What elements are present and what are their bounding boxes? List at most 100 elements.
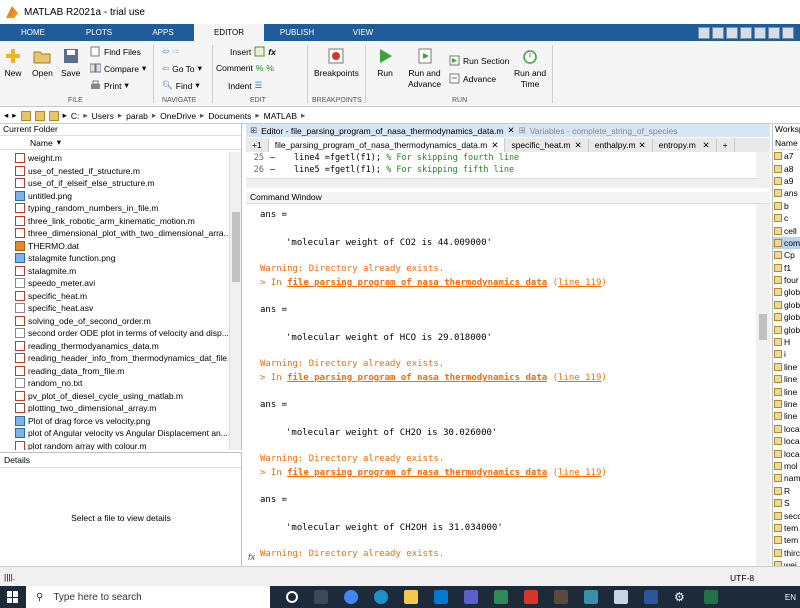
workspace-variable[interactable]: glob	[773, 311, 800, 323]
tab-plots[interactable]: PLOTS	[66, 24, 132, 41]
tab-file-parsing[interactable]: file_parsing_program_of_nasa_thermodynam…	[268, 138, 506, 152]
workspace-variable[interactable]: a8	[773, 162, 800, 174]
insert-button[interactable]: Insert fx	[230, 46, 276, 57]
indent-icon[interactable]: ☰	[255, 80, 263, 91]
comment-button[interactable]: Comment % %	[216, 63, 274, 73]
file-list-item[interactable]: second order ODE plot in terms of veloci…	[0, 327, 228, 340]
scrollbar-thumb[interactable]	[232, 212, 240, 282]
code-line[interactable]: 25 – line4 =fgetl(f1); % For skipping fo…	[246, 152, 756, 164]
function-link[interactable]: file_parsing_program_of_nasa_thermodynam…	[287, 278, 547, 288]
store-icon[interactable]	[464, 590, 478, 604]
workspace-variable[interactable]: com	[773, 236, 800, 250]
tab-overflow[interactable]: +1	[246, 138, 269, 152]
browse-folder-icon[interactable]	[48, 110, 59, 121]
close-icon[interactable]: ✕	[575, 140, 582, 151]
workspace-variable[interactable]: line	[773, 373, 800, 385]
workspace-variable[interactable]: H	[773, 336, 800, 348]
breadcrumb-users[interactable]: Users	[92, 111, 114, 121]
file-list-item[interactable]: three_dimensional_plot_with_two_dimensio…	[0, 227, 228, 240]
file-list-item[interactable]: random_no.txt	[0, 377, 228, 390]
close-icon[interactable]: ✕	[508, 125, 515, 136]
workspace-variable[interactable]: glob	[773, 323, 800, 335]
forward-arrow-icon[interactable]: ▸	[12, 110, 16, 121]
workspace-variable[interactable]: wei	[773, 559, 800, 566]
matlab-taskbar-icon[interactable]	[554, 590, 568, 604]
save-button[interactable]: Save	[61, 47, 80, 79]
photos-icon[interactable]	[494, 590, 508, 604]
workspace-variable[interactable]: b	[773, 200, 800, 212]
warning-stack-link[interactable]: > In file_parsing_program_of_nasa_thermo…	[260, 373, 607, 383]
back-arrow-icon[interactable]: ⇦	[162, 46, 169, 57]
file-list-item[interactable]: use_of_nested_if_structure.m	[0, 165, 228, 178]
workspace-variable[interactable]: seco	[773, 509, 800, 521]
fx-icon[interactable]: fx	[268, 47, 276, 57]
start-button[interactable]	[0, 586, 26, 608]
workspace-variable[interactable]: line	[773, 361, 800, 373]
workspace-variable[interactable]: glob	[773, 299, 800, 311]
editor-vertical-scrollbar[interactable]	[756, 152, 770, 188]
fx-prompt-icon[interactable]: fx	[248, 552, 255, 562]
tab-publish[interactable]: PUBLISH	[264, 24, 330, 41]
file-list-item[interactable]: untitled.png	[0, 190, 228, 203]
file-list-item[interactable]: specific_heat.m	[0, 290, 228, 303]
file-list-item[interactable]: plot random array with colour.m	[0, 440, 228, 450]
workspace-variable[interactable]: line	[773, 410, 800, 422]
task-view-icon[interactable]	[314, 590, 328, 604]
line-link[interactable]: line 119	[558, 373, 601, 383]
workspace-variable[interactable]: ans	[773, 187, 800, 199]
file-list-item[interactable]: specific_heat.asv	[0, 302, 228, 315]
workspace-variable[interactable]: line	[773, 398, 800, 410]
workspace-variable[interactable]: tem	[773, 534, 800, 546]
back-arrow-icon[interactable]: ◂	[4, 110, 8, 121]
tab-home[interactable]: HOME	[0, 24, 66, 41]
file-list-item[interactable]: pv_plot_of_diesel_cycle_using_matlab.m	[0, 390, 228, 403]
language-indicator[interactable]: EN	[785, 593, 796, 602]
breadcrumb-matlab[interactable]: MATLAB	[264, 111, 297, 121]
run-and-time-button[interactable]: Run and Time	[514, 47, 546, 90]
file-list-item[interactable]: plotting_two_dimensional_array.m	[0, 402, 228, 415]
workspace-variable[interactable]: loca	[773, 423, 800, 435]
acrobat-icon[interactable]	[524, 590, 538, 604]
breakpoint-dash-icon[interactable]: –	[270, 165, 280, 175]
workspace-variable[interactable]: tem	[773, 522, 800, 534]
workspace-variable[interactable]: i	[773, 348, 800, 360]
print-button[interactable]: Print ▾	[90, 80, 129, 91]
taskbar-search[interactable]: ⚲ Type here to search	[26, 586, 270, 608]
code-editor[interactable]: 25 – line4 =fgetl(f1); % For skipping fo…	[246, 152, 756, 178]
tab-specific-heat[interactable]: specific_heat.m ✕	[505, 138, 589, 152]
notepad-icon[interactable]	[614, 590, 628, 604]
file-list-item[interactable]: use_of_if_elseif_else_structure.m	[0, 177, 228, 190]
file-list-item[interactable]: reading_header_info_from_thermodynamics_…	[0, 352, 228, 365]
excel-icon[interactable]	[704, 590, 718, 604]
command-window[interactable]: ans = 'molecular weight of CO2 is 44.0090…	[246, 204, 756, 566]
tab-editor[interactable]: EDITOR	[194, 24, 264, 41]
workspace-variable[interactable]: cell	[773, 224, 800, 236]
run-and-advance-button[interactable]: Run and Advance	[408, 47, 441, 90]
folder-up-icon[interactable]	[34, 110, 45, 121]
breadcrumb-parab[interactable]: parab	[126, 111, 148, 121]
workspace-variable[interactable]: R	[773, 485, 800, 497]
run-button[interactable]: Run	[376, 47, 394, 79]
breadcrumb-c[interactable]: C:	[71, 111, 80, 121]
file-list-item[interactable]: stalagmite function.png	[0, 252, 228, 265]
file-list-item[interactable]: stalagmite.m	[0, 265, 228, 278]
file-list-item[interactable]: reading_thermodyanamics_data.m	[0, 340, 228, 353]
variables-title[interactable]: Variables - complete_string_of_species	[530, 126, 678, 136]
word-icon[interactable]	[644, 590, 658, 604]
editor-horizontal-scrollbar[interactable]	[246, 178, 756, 188]
folder-icon[interactable]	[20, 110, 31, 121]
file-list-item[interactable]: typing_random_numbers_in_file.m	[0, 202, 228, 215]
find-files-button[interactable]: Find Files	[90, 46, 141, 57]
copy-icon[interactable]	[726, 26, 738, 39]
function-link[interactable]: file_parsing_program_of_nasa_thermodynam…	[287, 373, 547, 383]
address-bar[interactable]: ◂ ▸ ▸ C: ▸ Users ▸ parab ▸ OneDrive ▸ Do…	[0, 108, 800, 124]
scrollbar-thumb[interactable]	[759, 314, 767, 340]
workspace-variable[interactable]: loca	[773, 435, 800, 447]
file-explorer-icon[interactable]	[404, 590, 418, 604]
breadcrumb-documents[interactable]: Documents	[208, 111, 251, 121]
close-icon[interactable]: ✕	[703, 140, 710, 151]
file-list-item[interactable]: speedo_meter.avi	[0, 277, 228, 290]
warning-stack-link[interactable]: > In file_parsing_program_of_nasa_thermo…	[260, 278, 607, 288]
help-icon[interactable]	[782, 26, 794, 39]
file-list-item[interactable]: plot of Angular velocity vs Angular Disp…	[0, 427, 228, 440]
